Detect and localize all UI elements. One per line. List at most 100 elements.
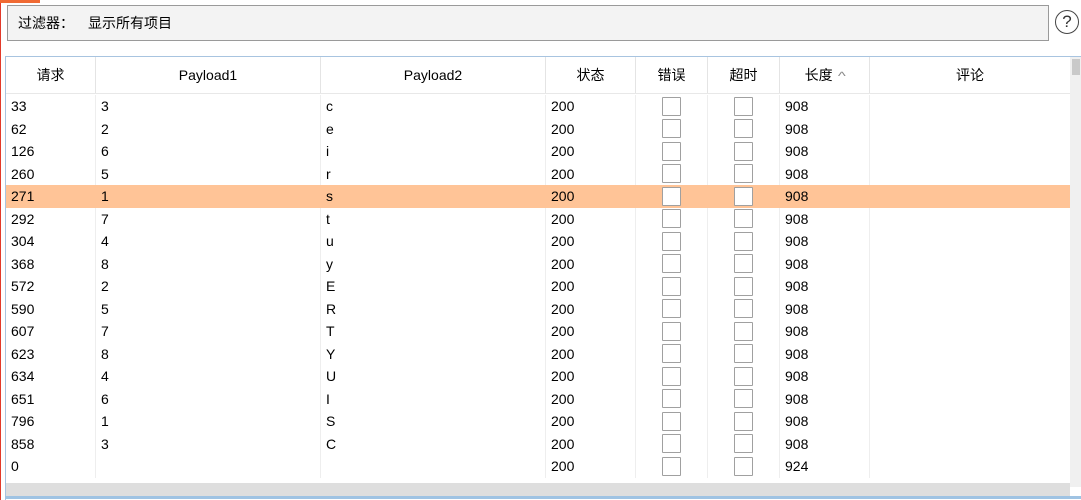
cell-status: 200 xyxy=(551,188,575,204)
help-symbol: ? xyxy=(1062,12,1072,31)
error-cell xyxy=(636,140,708,163)
column-header-payload2[interactable]: Payload2 xyxy=(321,57,546,93)
error-checkbox[interactable] xyxy=(662,96,681,116)
results-table: 请求 Payload1 Payload2 状态 错误 超时 长度 ^ 评论 33 3… xyxy=(5,56,1081,500)
timeout-checkbox[interactable] xyxy=(734,321,753,341)
table-row[interactable]: 858 3 C 200 908 xyxy=(6,432,1070,455)
timeout-checkbox[interactable] xyxy=(734,254,753,274)
column-header-label: Payload2 xyxy=(403,67,463,83)
column-header-comment[interactable]: 评论 xyxy=(870,57,1070,93)
timeout-checkbox[interactable] xyxy=(734,276,753,296)
cell-payload1: 7 xyxy=(96,320,321,343)
timeout-cell xyxy=(708,342,780,365)
table-row[interactable]: 368 8 y 200 908 xyxy=(6,252,1070,275)
timeout-cell xyxy=(708,252,780,275)
column-header-timeout[interactable]: 超时 xyxy=(708,57,780,93)
table-row[interactable]: 292 7 t 200 908 xyxy=(6,207,1070,230)
error-checkbox[interactable] xyxy=(662,164,681,184)
error-checkbox[interactable] xyxy=(662,344,681,364)
table-row[interactable]: 126 6 i 200 908 xyxy=(6,140,1070,163)
error-checkbox[interactable] xyxy=(662,389,681,409)
cell-length: 908 xyxy=(780,162,870,185)
timeout-checkbox[interactable] xyxy=(734,344,753,364)
column-header-error[interactable]: 错误 xyxy=(636,57,708,93)
table-row[interactable]: 33 3 c 200 908 xyxy=(6,95,1070,118)
error-cell xyxy=(636,455,708,478)
error-checkbox[interactable] xyxy=(662,411,681,431)
timeout-checkbox[interactable] xyxy=(734,411,753,431)
timeout-checkbox[interactable] xyxy=(734,186,753,206)
error-checkbox[interactable] xyxy=(662,299,681,319)
cell-payload2: U xyxy=(321,365,546,388)
table-row[interactable]: 607 7 T 200 908 xyxy=(6,320,1070,343)
filter-bar[interactable]: 过滤器： 显示所有项目 xyxy=(7,5,1049,41)
scrollbar-thumb[interactable] xyxy=(1072,59,1080,75)
cell-payload1: 6 xyxy=(96,140,321,163)
error-checkbox[interactable] xyxy=(662,276,681,296)
table-row[interactable]: 623 8 Y 200 908 xyxy=(6,342,1070,366)
cell-request: 0 xyxy=(6,455,96,478)
error-checkbox[interactable] xyxy=(662,456,681,476)
table-row[interactable]: 304 4 u 200 908 xyxy=(6,230,1070,253)
horizontal-scrollbar[interactable] xyxy=(6,483,1070,497)
timeout-checkbox[interactable] xyxy=(734,164,753,184)
table-row[interactable]: 796 1 S 200 908 xyxy=(6,410,1070,433)
table-row[interactable]: 634 4 U 200 908 xyxy=(6,365,1070,388)
timeout-checkbox[interactable] xyxy=(734,96,753,116)
error-checkbox[interactable] xyxy=(662,434,681,454)
timeout-checkbox[interactable] xyxy=(734,209,753,229)
cell-request: 572 xyxy=(6,275,96,298)
cell-payload1: 2 xyxy=(96,275,321,298)
timeout-cell xyxy=(708,185,780,208)
vertical-scrollbar[interactable] xyxy=(1070,57,1081,487)
error-checkbox[interactable] xyxy=(662,321,681,341)
cell-comment xyxy=(870,275,1070,298)
timeout-cell xyxy=(708,365,780,388)
timeout-checkbox[interactable] xyxy=(734,299,753,319)
table-row[interactable]: 590 5 R 200 908 xyxy=(6,297,1070,321)
timeout-checkbox[interactable] xyxy=(734,141,753,161)
help-icon[interactable]: ? xyxy=(1055,10,1079,34)
timeout-checkbox[interactable] xyxy=(734,366,753,386)
timeout-checkbox[interactable] xyxy=(734,119,753,139)
cell-payload1: 6 xyxy=(96,387,321,410)
table-row[interactable]: 271 1 s 200 908 xyxy=(6,185,1070,208)
error-checkbox[interactable] xyxy=(662,119,681,139)
timeout-checkbox[interactable] xyxy=(734,231,753,251)
timeout-cell xyxy=(708,432,780,455)
error-checkbox[interactable] xyxy=(662,186,681,206)
cell-length: 908 xyxy=(780,297,870,320)
cell-request: 368 xyxy=(6,252,96,275)
timeout-checkbox[interactable] xyxy=(734,389,753,409)
cell-comment xyxy=(870,298,1070,321)
timeout-checkbox[interactable] xyxy=(734,456,753,476)
column-header-status[interactable]: 状态 xyxy=(546,57,636,93)
column-header-length[interactable]: 长度 ^ xyxy=(780,57,870,93)
error-checkbox[interactable] xyxy=(662,231,681,251)
table-row[interactable]: 260 5 r 200 908 xyxy=(6,162,1070,186)
column-header-label: 错误 xyxy=(657,67,686,83)
error-checkbox[interactable] xyxy=(662,254,681,274)
table-row[interactable]: 0 200 924 xyxy=(6,455,1070,478)
timeout-cell xyxy=(708,162,780,185)
timeout-checkbox[interactable] xyxy=(734,434,753,454)
cell-request: 292 xyxy=(6,207,96,230)
cell-comment xyxy=(870,365,1070,388)
table-row[interactable]: 651 6 I 200 908 xyxy=(6,387,1070,410)
timeout-cell xyxy=(708,207,780,230)
column-header-request[interactable]: 请求 xyxy=(6,57,96,93)
column-header-payload1[interactable]: Payload1 xyxy=(96,57,321,93)
cell-status: 200 xyxy=(546,275,636,298)
error-checkbox[interactable] xyxy=(662,209,681,229)
table-row[interactable]: 62 2 e 200 908 xyxy=(6,117,1070,140)
table-row[interactable]: 572 2 E 200 908 xyxy=(6,275,1070,298)
cell-payload1 xyxy=(96,455,321,478)
error-checkbox[interactable] xyxy=(662,366,681,386)
cell-payload2: C xyxy=(321,432,546,455)
cell-comment xyxy=(870,163,1070,186)
error-checkbox[interactable] xyxy=(662,141,681,161)
cell-status: 200 xyxy=(546,455,636,478)
cell-comment xyxy=(870,343,1070,366)
error-cell xyxy=(636,185,708,208)
cell-comment xyxy=(870,230,1070,253)
